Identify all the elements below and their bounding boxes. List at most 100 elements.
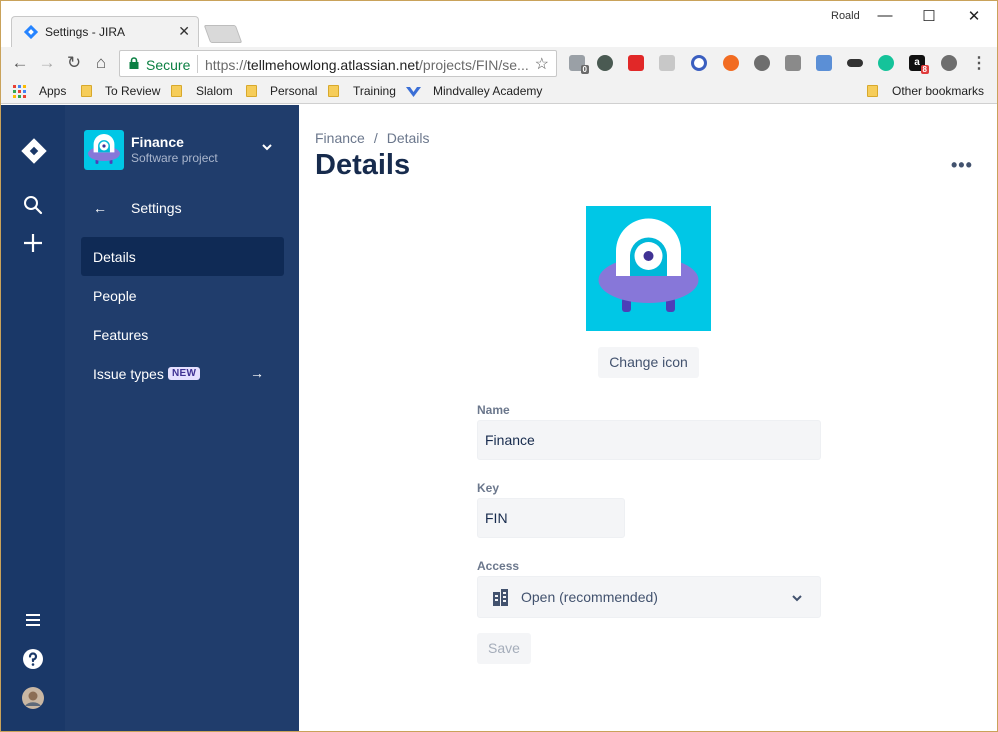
chevron-down-icon	[792, 595, 802, 602]
new-badge: NEW	[168, 367, 201, 380]
more-actions-icon[interactable]: •••	[951, 155, 973, 176]
back-arrow-icon[interactable]: ←	[93, 200, 107, 216]
extension-badge: 0	[580, 65, 589, 74]
bookmark-apps[interactable]: Apps	[39, 84, 66, 98]
evernote-icon[interactable]	[597, 55, 613, 71]
bookmark-mindvalley[interactable]: Mindvalley Academy	[433, 84, 542, 98]
bookmark-star-icon[interactable]: ☆	[535, 54, 549, 74]
apps-grid-icon[interactable]	[13, 85, 27, 99]
minimize-icon[interactable]: —	[875, 7, 895, 24]
folder-icon	[867, 85, 878, 97]
sidebar-item-features[interactable]: Features	[81, 315, 284, 354]
main-content: Finance / Details Details ••• Change icon …	[299, 105, 997, 731]
change-icon-button[interactable]: Change icon	[598, 347, 699, 378]
secure-label: Secure	[146, 57, 191, 73]
sync-icon[interactable]	[941, 55, 957, 71]
back-icon[interactable]: ←	[10, 53, 30, 73]
name-value: Finance	[485, 432, 535, 448]
key-label: Key	[477, 481, 500, 495]
lock-icon	[129, 57, 139, 69]
amazon-icon[interactable]: a8	[909, 55, 929, 74]
arrow-right-icon: →	[250, 365, 264, 381]
mask-icon[interactable]	[847, 59, 863, 67]
address-bar[interactable]: Secure https://tellmehowlong.atlassian.n…	[119, 50, 557, 77]
access-value: Open (recommended)	[521, 589, 658, 605]
breadcrumb-finance[interactable]: Finance	[315, 130, 365, 146]
folder-icon	[328, 85, 339, 97]
close-window-icon[interactable]: ✕	[964, 7, 984, 25]
project-type: Software project	[131, 151, 218, 165]
browser-menu-icon[interactable]: ⋮	[971, 53, 987, 73]
search-icon[interactable]	[21, 193, 45, 217]
tab-title: Settings - JIRA	[45, 25, 126, 39]
folder-icon	[81, 85, 92, 97]
help-icon[interactable]	[21, 647, 45, 671]
mindvalley-icon	[406, 87, 421, 97]
global-nav	[1, 105, 65, 731]
name-field[interactable]: Finance	[477, 420, 821, 460]
project-sidebar: Finance Software project ← Settings Deta…	[65, 105, 299, 731]
folder-icon	[246, 85, 257, 97]
grammarly-icon[interactable]	[878, 55, 894, 71]
chevron-down-icon[interactable]	[261, 141, 273, 153]
title-bar: Settings - JIRA ✕ Roald — ☐ ✕	[1, 1, 997, 47]
bookmark-training[interactable]: Training	[353, 84, 396, 98]
building-icon	[493, 589, 508, 606]
extension-icon[interactable]: 0	[569, 55, 589, 74]
project-avatar[interactable]	[84, 130, 124, 170]
new-tab-button[interactable]	[203, 25, 243, 43]
jira-logo-icon[interactable]	[21, 138, 47, 164]
ufo-icon	[88, 134, 120, 164]
folder-icon	[171, 85, 182, 97]
sidebar-item-people[interactable]: People	[81, 276, 284, 315]
tab-close-icon[interactable]: ✕	[178, 23, 190, 40]
bookmark-other[interactable]: Other bookmarks	[892, 84, 984, 98]
sidebar-item-label: People	[93, 288, 137, 304]
profile-name[interactable]: Roald	[831, 10, 860, 22]
access-select[interactable]: Open (recommended)	[477, 576, 821, 618]
breadcrumb-details[interactable]: Details	[387, 130, 430, 146]
project-name[interactable]: Finance	[131, 134, 184, 150]
browser-tab[interactable]: Settings - JIRA ✕	[11, 16, 199, 47]
user-avatar[interactable]	[21, 686, 45, 710]
save-button[interactable]: Save	[477, 633, 531, 664]
page-title: Details	[315, 149, 411, 181]
breadcrumb-separator: /	[373, 130, 378, 146]
gear-cluster-icon[interactable]	[754, 55, 770, 71]
menu-icon[interactable]	[21, 608, 45, 632]
browser-toolbar: ← → ↻ ⌂ Secure https://tellmehowlong.atl…	[1, 47, 997, 80]
project-avatar-large	[586, 206, 711, 331]
sidebar-item-label: Features	[93, 327, 149, 343]
key-field[interactable]: FIN	[477, 498, 625, 538]
address-separator	[197, 55, 198, 73]
screen-icon[interactable]	[816, 55, 832, 71]
sidebar-item-details[interactable]: Details	[81, 237, 284, 276]
browser-window: Settings - JIRA ✕ Roald — ☐ ✕ ← → ↻ ⌂ Se…	[1, 1, 997, 731]
url-text[interactable]: https://tellmehowlong.atlassian.net/proj…	[205, 57, 530, 73]
create-plus-icon[interactable]	[21, 231, 45, 255]
ufo-icon	[598, 218, 699, 312]
home-icon[interactable]: ⌂	[91, 53, 111, 73]
forward-icon[interactable]: →	[37, 53, 57, 73]
bookmarks-bar: Apps To Review Slalom Personal Training …	[1, 80, 997, 104]
orange-x-icon[interactable]	[723, 55, 739, 71]
bookmark-personal[interactable]: Personal	[270, 84, 317, 98]
sidebar-item-issue-types[interactable]: Issue types NEW →	[81, 354, 284, 393]
pdf-icon[interactable]	[659, 55, 675, 71]
key-value: FIN	[485, 510, 508, 526]
flipboard-icon[interactable]	[628, 55, 644, 71]
name-label: Name	[477, 403, 510, 417]
maximize-icon[interactable]: ☐	[919, 7, 939, 25]
square-app-icon[interactable]	[785, 55, 801, 71]
amazon-glyph: a	[914, 57, 920, 68]
c-icon[interactable]	[691, 55, 707, 71]
url-scheme: https://	[205, 57, 248, 73]
sidebar-item-label: Issue types	[93, 366, 164, 382]
reload-icon[interactable]: ↻	[64, 53, 84, 73]
breadcrumb: Finance / Details	[315, 130, 430, 146]
sidebar-item-label: Details	[93, 249, 136, 265]
access-label: Access	[477, 559, 520, 573]
bookmark-to-review[interactable]: To Review	[105, 84, 160, 98]
url-path: /projects/FIN/se...	[419, 57, 529, 73]
bookmark-slalom[interactable]: Slalom	[196, 84, 233, 98]
